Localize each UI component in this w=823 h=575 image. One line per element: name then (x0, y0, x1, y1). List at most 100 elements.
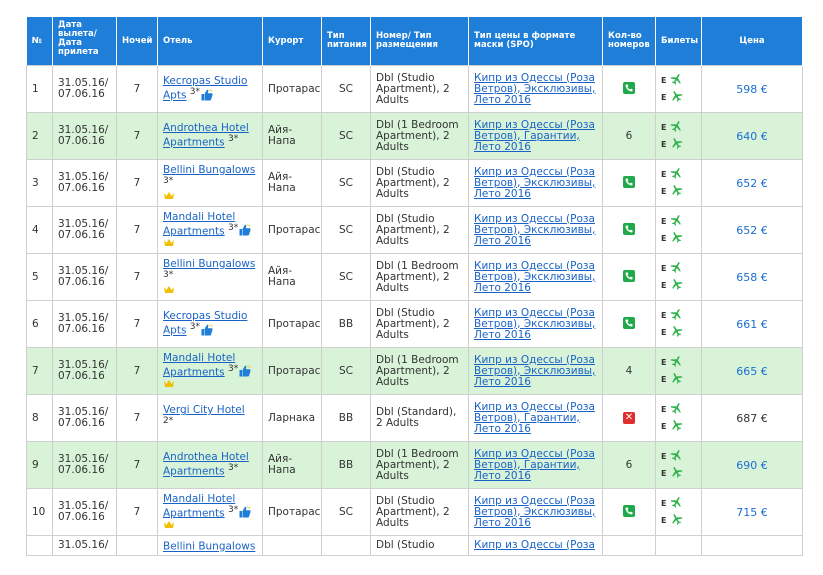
ticket-class-back: E (661, 469, 667, 478)
phone-icon[interactable] (623, 222, 635, 235)
cell-nights: 7 (116, 65, 158, 113)
spo-link[interactable]: Кипр из Одессы (Роза Ветров), Эксклюзивы… (474, 260, 595, 294)
cell-price[interactable]: 687 € (701, 394, 803, 442)
phone-icon[interactable] (623, 269, 635, 282)
cell-num: 3 (26, 159, 53, 207)
plane-departure-icon (670, 120, 683, 135)
crown-icon (164, 191, 174, 199)
phone-icon[interactable] (623, 81, 635, 94)
cell-date: 31.05.16/ 07.06.16 (52, 112, 117, 160)
hotel-stars: 3* (228, 504, 239, 515)
spo-link[interactable]: Кипр из Одессы (Роза Ветров), Гарантии, … (474, 448, 595, 482)
cell-nights (116, 535, 158, 556)
hotel-link[interactable]: Mandali Hotel Apartments (163, 493, 235, 520)
header-rooms-count: Кол-во номеров (602, 17, 656, 66)
hotel-stars: 3* (163, 269, 174, 280)
spo-link[interactable]: Кипр из Одессы (Роза Ветров), Эксклюзивы… (474, 166, 595, 200)
spo-link[interactable]: Кипр из Одессы (Роза Ветров), Эксклюзивы… (474, 72, 595, 106)
spo-link[interactable]: Кипр из Одессы (Роза Ветров), Эксклюзивы… (474, 495, 595, 529)
cell-nights: 7 (116, 159, 158, 207)
crown-icon (164, 379, 174, 387)
cell-room: Dbl (Standard), 2 Adults (370, 394, 469, 442)
crown-icon (164, 285, 174, 293)
cell-price[interactable] (701, 535, 803, 556)
close-icon: ✕ (623, 412, 635, 424)
hotel-link[interactable]: Mandali Hotel Apartments (163, 211, 235, 238)
cell-room: Dbl (Studio (370, 535, 469, 556)
rooms-count-value: 6 (625, 129, 633, 142)
cell-rooms-count (602, 206, 656, 254)
table-row: 9 31.05.16/ 07.06.16 7 Androthea Hotel Apar… (26, 441, 803, 489)
ticket-class-out: E (661, 123, 667, 132)
cell-price[interactable]: 598 € (701, 65, 803, 113)
cell-hotel: Vergi City Hotel 2* (157, 394, 263, 442)
phone-icon[interactable] (623, 316, 635, 329)
hotel-link[interactable]: Mandali Hotel Apartments (163, 352, 235, 379)
cell-hotel: Mandali Hotel Apartments 3* (157, 206, 263, 254)
cell-tickets: EE (655, 300, 702, 348)
cell-date: 31.05.16/ 07.06.16 (52, 347, 117, 395)
cell-price[interactable]: 640 € (701, 112, 803, 160)
cell-nights: 7 (116, 347, 158, 395)
cell-nights: 7 (116, 441, 158, 489)
cell-tickets: EE (655, 347, 702, 395)
cell-price[interactable]: 665 € (701, 347, 803, 395)
plane-departure-icon (670, 355, 683, 370)
spo-link[interactable]: Кипр из Одессы (Роза Ветров), Эксклюзивы… (474, 307, 595, 341)
cell-rooms-count (602, 253, 656, 301)
spo-link[interactable]: Кипр из Одессы (Роза Ветров), Гарантии, … (474, 401, 595, 435)
hotel-link[interactable]: Vergi City Hotel (163, 404, 245, 416)
cell-spo: Кипр из Одессы (Роза Ветров), Эксклюзивы… (468, 206, 603, 254)
spo-link[interactable]: Кипр из Одессы (Роза Ветров), Эксклюзивы… (474, 213, 595, 247)
ticket-class-out: E (661, 452, 667, 461)
thumbs-up-icon (239, 365, 251, 377)
ticket-class-out: E (661, 264, 667, 273)
crown-icon (164, 238, 174, 246)
cell-tickets: EE (655, 394, 702, 442)
cell-price[interactable]: 715 € (701, 488, 803, 536)
cell-spo: Кипр из Одессы (Роза Ветров), Эксклюзивы… (468, 300, 603, 348)
cell-price[interactable]: 661 € (701, 300, 803, 348)
hotel-link[interactable]: Bellini Bungalows (163, 164, 255, 176)
cell-rooms-count (602, 300, 656, 348)
ticket-class-out: E (661, 405, 667, 414)
hotel-link[interactable]: Bellini Bungalows (163, 258, 255, 270)
cell-room: Dbl (Studio Apartment), 2 Adults (370, 159, 469, 207)
hotel-link[interactable]: Bellini Bungalows (163, 541, 255, 553)
thumbs-up-icon (201, 323, 213, 336)
spo-link[interactable]: Кипр из Одессы (Роза Ветров), Эксклюзивы… (474, 354, 595, 388)
phone-icon[interactable] (623, 504, 635, 517)
cell-spo: Кипр из Одессы (Роза (468, 535, 603, 556)
table-row: 1 31.05.16/ 07.06.16 7 Kecropas Studio Apts… (26, 65, 803, 113)
hotel-stars: 3* (189, 87, 201, 98)
plane-departure-icon (670, 449, 683, 464)
cell-nights: 7 (116, 300, 158, 348)
spo-link[interactable]: Кипр из Одессы (Роза Ветров), Гарантии, … (474, 119, 595, 153)
cell-price[interactable]: 652 € (701, 206, 803, 254)
ticket-class-back: E (661, 422, 667, 431)
cell-rooms-count (602, 65, 656, 113)
cell-spo: Кипр из Одессы (Роза Ветров), Эксклюзивы… (468, 65, 603, 113)
cell-meal: SC (321, 112, 371, 160)
phone-icon[interactable] (623, 175, 635, 188)
crown-icon (164, 520, 174, 528)
spo-link[interactable]: Кипр из Одессы (Роза (474, 539, 595, 551)
cell-price[interactable]: 658 € (701, 253, 803, 301)
cell-num: 8 (26, 394, 53, 442)
plane-arrival-icon (670, 278, 683, 293)
cell-price[interactable]: 690 € (701, 441, 803, 489)
plane-departure-icon (670, 214, 683, 229)
header-hotel: Отель (157, 17, 263, 66)
cell-tickets: EE (655, 488, 702, 536)
header-price: Цена (701, 17, 803, 66)
cell-tickets: EE (655, 206, 702, 254)
cell-meal: SC (321, 206, 371, 254)
cell-meal: BB (321, 300, 371, 348)
plane-departure-icon (670, 73, 683, 88)
cell-price[interactable]: 652 € (701, 159, 803, 207)
cell-resort: Ларнака (262, 394, 322, 442)
table-header-row: № Дата вылета/ Дата прилета Ночей Отель … (26, 17, 803, 66)
thumbs-up-icon (239, 506, 251, 518)
plane-arrival-icon (670, 372, 683, 387)
cell-resort (262, 535, 322, 556)
